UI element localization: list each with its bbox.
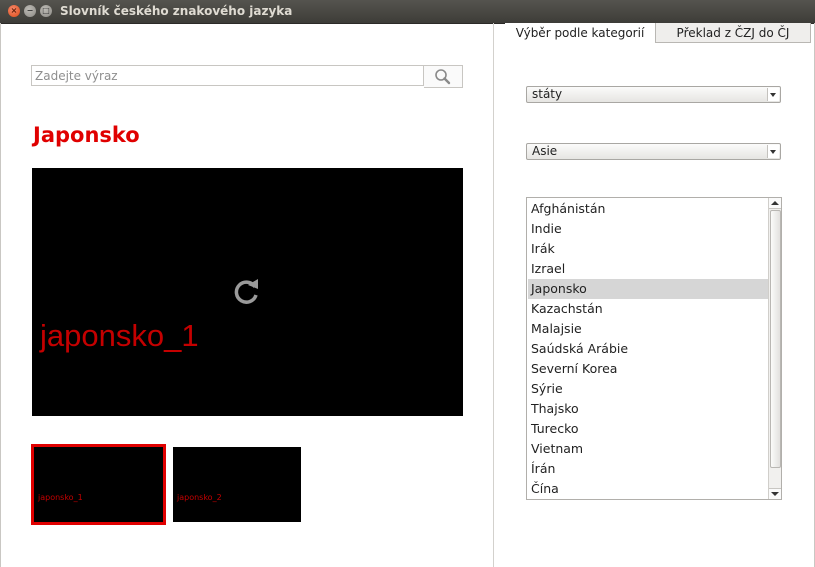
- window-frame-left: [0, 23, 1, 567]
- country-list[interactable]: Afghánistán Indie Irák Izrael Japonsko Kazach…: [526, 197, 782, 500]
- search-input[interactable]: [31, 65, 424, 86]
- video-player[interactable]: japonsko_1: [32, 168, 463, 416]
- list-item[interactable]: Indie: [528, 219, 769, 239]
- tab-category-selection[interactable]: Výběr podle kategorií: [505, 23, 655, 43]
- category-dropdown-value: státy: [532, 87, 563, 101]
- list-item[interactable]: Čína: [528, 479, 769, 499]
- list-scrollbar[interactable]: [768, 198, 781, 499]
- scroll-down-arrow-icon[interactable]: [769, 488, 781, 499]
- list-item[interactable]: Irák: [528, 239, 769, 259]
- tab-translation[interactable]: Překlad z ČZJ do ČJ: [655, 23, 811, 43]
- chevron-down-icon[interactable]: [767, 145, 779, 158]
- subcategory-dropdown-value: Asie: [532, 144, 558, 158]
- window-minimize-button[interactable]: −: [24, 5, 36, 17]
- window-titlebar: × − □ Slovník českého znakového jazyka: [0, 0, 815, 24]
- thumbnail-1[interactable]: japonsko_1: [31, 444, 166, 525]
- thumbnail-2[interactable]: japonsko_2: [173, 447, 301, 522]
- scroll-up-arrow-icon[interactable]: [769, 198, 781, 209]
- subcategory-dropdown[interactable]: Asie: [526, 143, 781, 160]
- thumbnail-caption: japonsko_1: [38, 493, 83, 502]
- list-item[interactable]: Saúdská Arábie: [528, 339, 769, 359]
- list-item[interactable]: Kazachstán: [528, 299, 769, 319]
- list-item[interactable]: Sýrie: [528, 379, 769, 399]
- search-icon: [435, 69, 451, 85]
- list-item[interactable]: Írán: [528, 459, 769, 479]
- list-item[interactable]: Turecko: [528, 419, 769, 439]
- window-title: Slovník českého znakového jazyka: [60, 4, 293, 18]
- video-caption: japonsko_1: [40, 318, 199, 353]
- search-button[interactable]: [424, 65, 463, 88]
- reload-icon[interactable]: [231, 275, 263, 307]
- list-item[interactable]: Izrael: [528, 259, 769, 279]
- list-item[interactable]: Malajsie: [528, 319, 769, 339]
- list-item[interactable]: Vietnam: [528, 439, 769, 459]
- list-item[interactable]: Afghánistán: [528, 199, 769, 219]
- list-item[interactable]: Severní Korea: [528, 359, 769, 379]
- thumbnail-caption: japonsko_2: [177, 493, 222, 502]
- panel-divider: [493, 23, 494, 567]
- category-dropdown[interactable]: státy: [526, 86, 781, 103]
- chevron-down-icon[interactable]: [767, 88, 779, 101]
- window-close-button[interactable]: ×: [8, 5, 20, 17]
- word-title: Japonsko: [33, 123, 140, 147]
- list-item[interactable]: Japonsko: [528, 279, 769, 299]
- scroll-thumb[interactable]: [770, 210, 781, 468]
- window-maximize-button[interactable]: □: [40, 5, 52, 17]
- list-item[interactable]: Thajsko: [528, 399, 769, 419]
